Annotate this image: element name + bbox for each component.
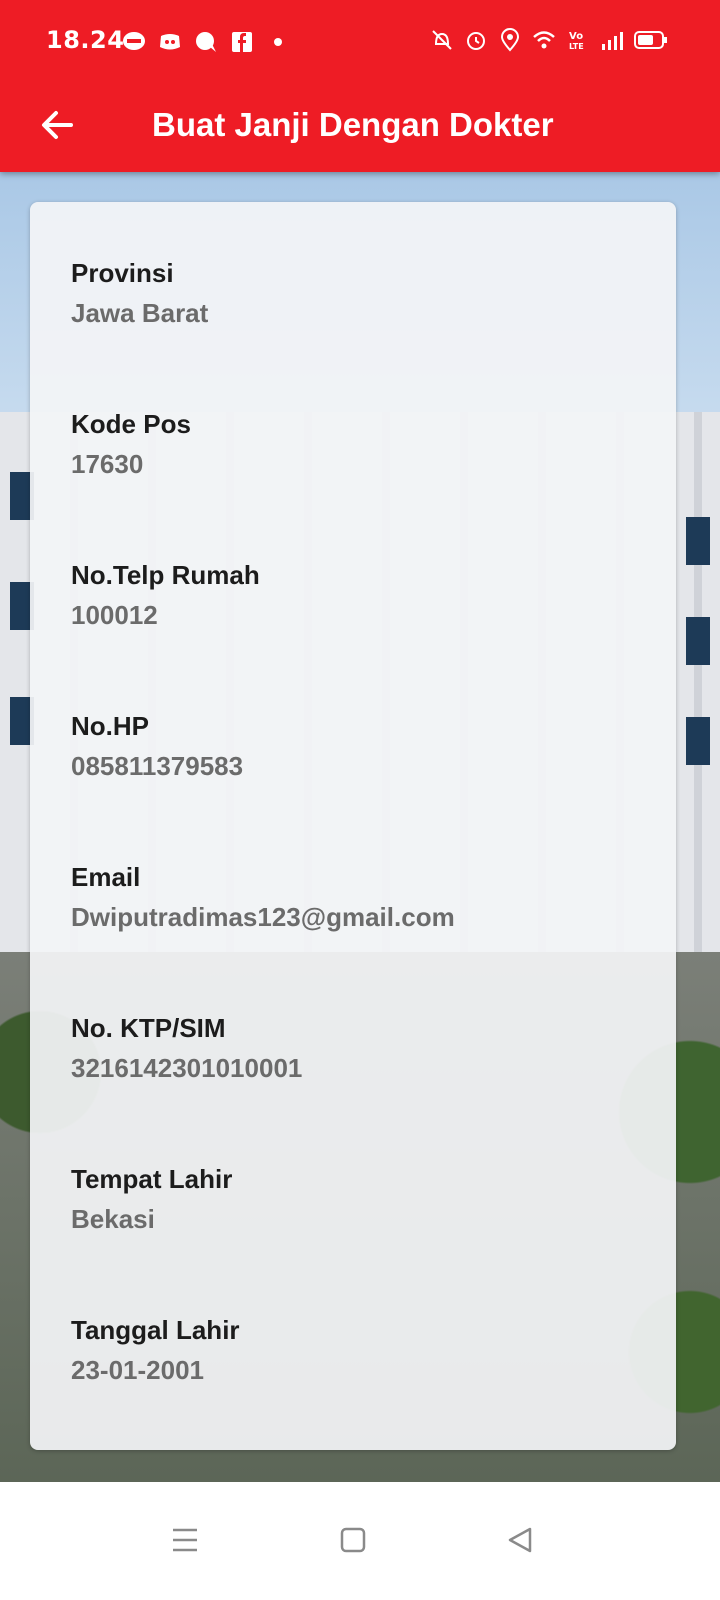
vibrate-icon [432, 30, 452, 50]
field-telp-rumah: No.Telp Rumah 100012 [71, 560, 260, 630]
arrow-left-icon [42, 111, 73, 139]
menu-icon [173, 1528, 197, 1552]
field-label: No.Telp Rumah [71, 560, 260, 590]
facebook-icon [232, 32, 252, 52]
field-tempat-lahir: Tempat Lahir Bekasi [71, 1164, 232, 1234]
signal-icon [602, 32, 623, 50]
field-value: Jawa Barat [71, 298, 209, 328]
field-email: Email Dwiputradimas123@gmail.com [71, 862, 455, 932]
recent-apps-button[interactable] [155, 1510, 215, 1570]
back-triangle-icon [508, 1527, 532, 1553]
system-icons: Vo LTE [430, 28, 668, 52]
page-title: Buat Janji Dengan Dokter [152, 106, 554, 143]
back-button[interactable] [30, 98, 84, 152]
field-provinsi: Provinsi Jawa Barat [71, 258, 208, 328]
chat-bubble-icon [196, 32, 216, 52]
field-label: Provinsi [71, 258, 174, 288]
field-label: No.HP [71, 711, 149, 741]
field-no-hp: No.HP 085811379583 [71, 711, 243, 781]
svg-text:LTE: LTE [569, 42, 584, 51]
line-icon [123, 32, 145, 50]
nav-back-button[interactable] [490, 1510, 550, 1570]
field-value: 3216142301010001 [71, 1053, 303, 1083]
field-label: Email [71, 862, 141, 892]
field-value: 23-01-2001 [71, 1355, 204, 1385]
field-ktp-sim: No. KTP/SIM 3216142301010001 [71, 1013, 302, 1083]
window [686, 617, 710, 665]
system-navigation-bar [0, 1482, 720, 1600]
field-value: Dwiputradimas123@gmail.com [71, 902, 455, 932]
field-label: No. KTP/SIM [71, 1013, 226, 1043]
alarm-icon [467, 32, 485, 50]
svg-text:Vo: Vo [569, 31, 583, 42]
home-button[interactable] [323, 1510, 383, 1570]
field-value: Bekasi [71, 1204, 155, 1234]
discord-icon [160, 34, 180, 50]
field-label: Kode Pos [71, 409, 191, 439]
field-value: 085811379583 [71, 751, 244, 781]
dot-icon [274, 38, 282, 46]
volte-icon: VoLTE [569, 31, 584, 51]
wifi-icon [533, 31, 555, 49]
window [686, 517, 710, 565]
notification-icons [122, 30, 290, 54]
location-icon [500, 28, 520, 52]
field-value: 17630 [71, 449, 144, 479]
top-bar: 18.24 Vo LTE Buat Janji Dengan Dokter [0, 0, 720, 172]
field-label: Tempat Lahir [71, 1164, 233, 1194]
field-kode-pos: Kode Pos 17630 [71, 409, 191, 479]
window [686, 717, 710, 765]
profile-details-card: Provinsi Jawa Barat Kode Pos 17630 No.Te… [30, 202, 676, 1450]
home-square-icon [340, 1527, 366, 1553]
field-label: Tanggal Lahir [71, 1315, 240, 1345]
field-value: 100012 [71, 600, 158, 630]
status-bar: 18.24 Vo LTE [0, 0, 720, 88]
field-tanggal-lahir: Tanggal Lahir 23-01-2001 [71, 1315, 240, 1385]
app-bar: Buat Janji Dengan Dokter [0, 88, 720, 172]
status-time: 18.24 [46, 26, 125, 54]
battery-icon [634, 31, 667, 49]
